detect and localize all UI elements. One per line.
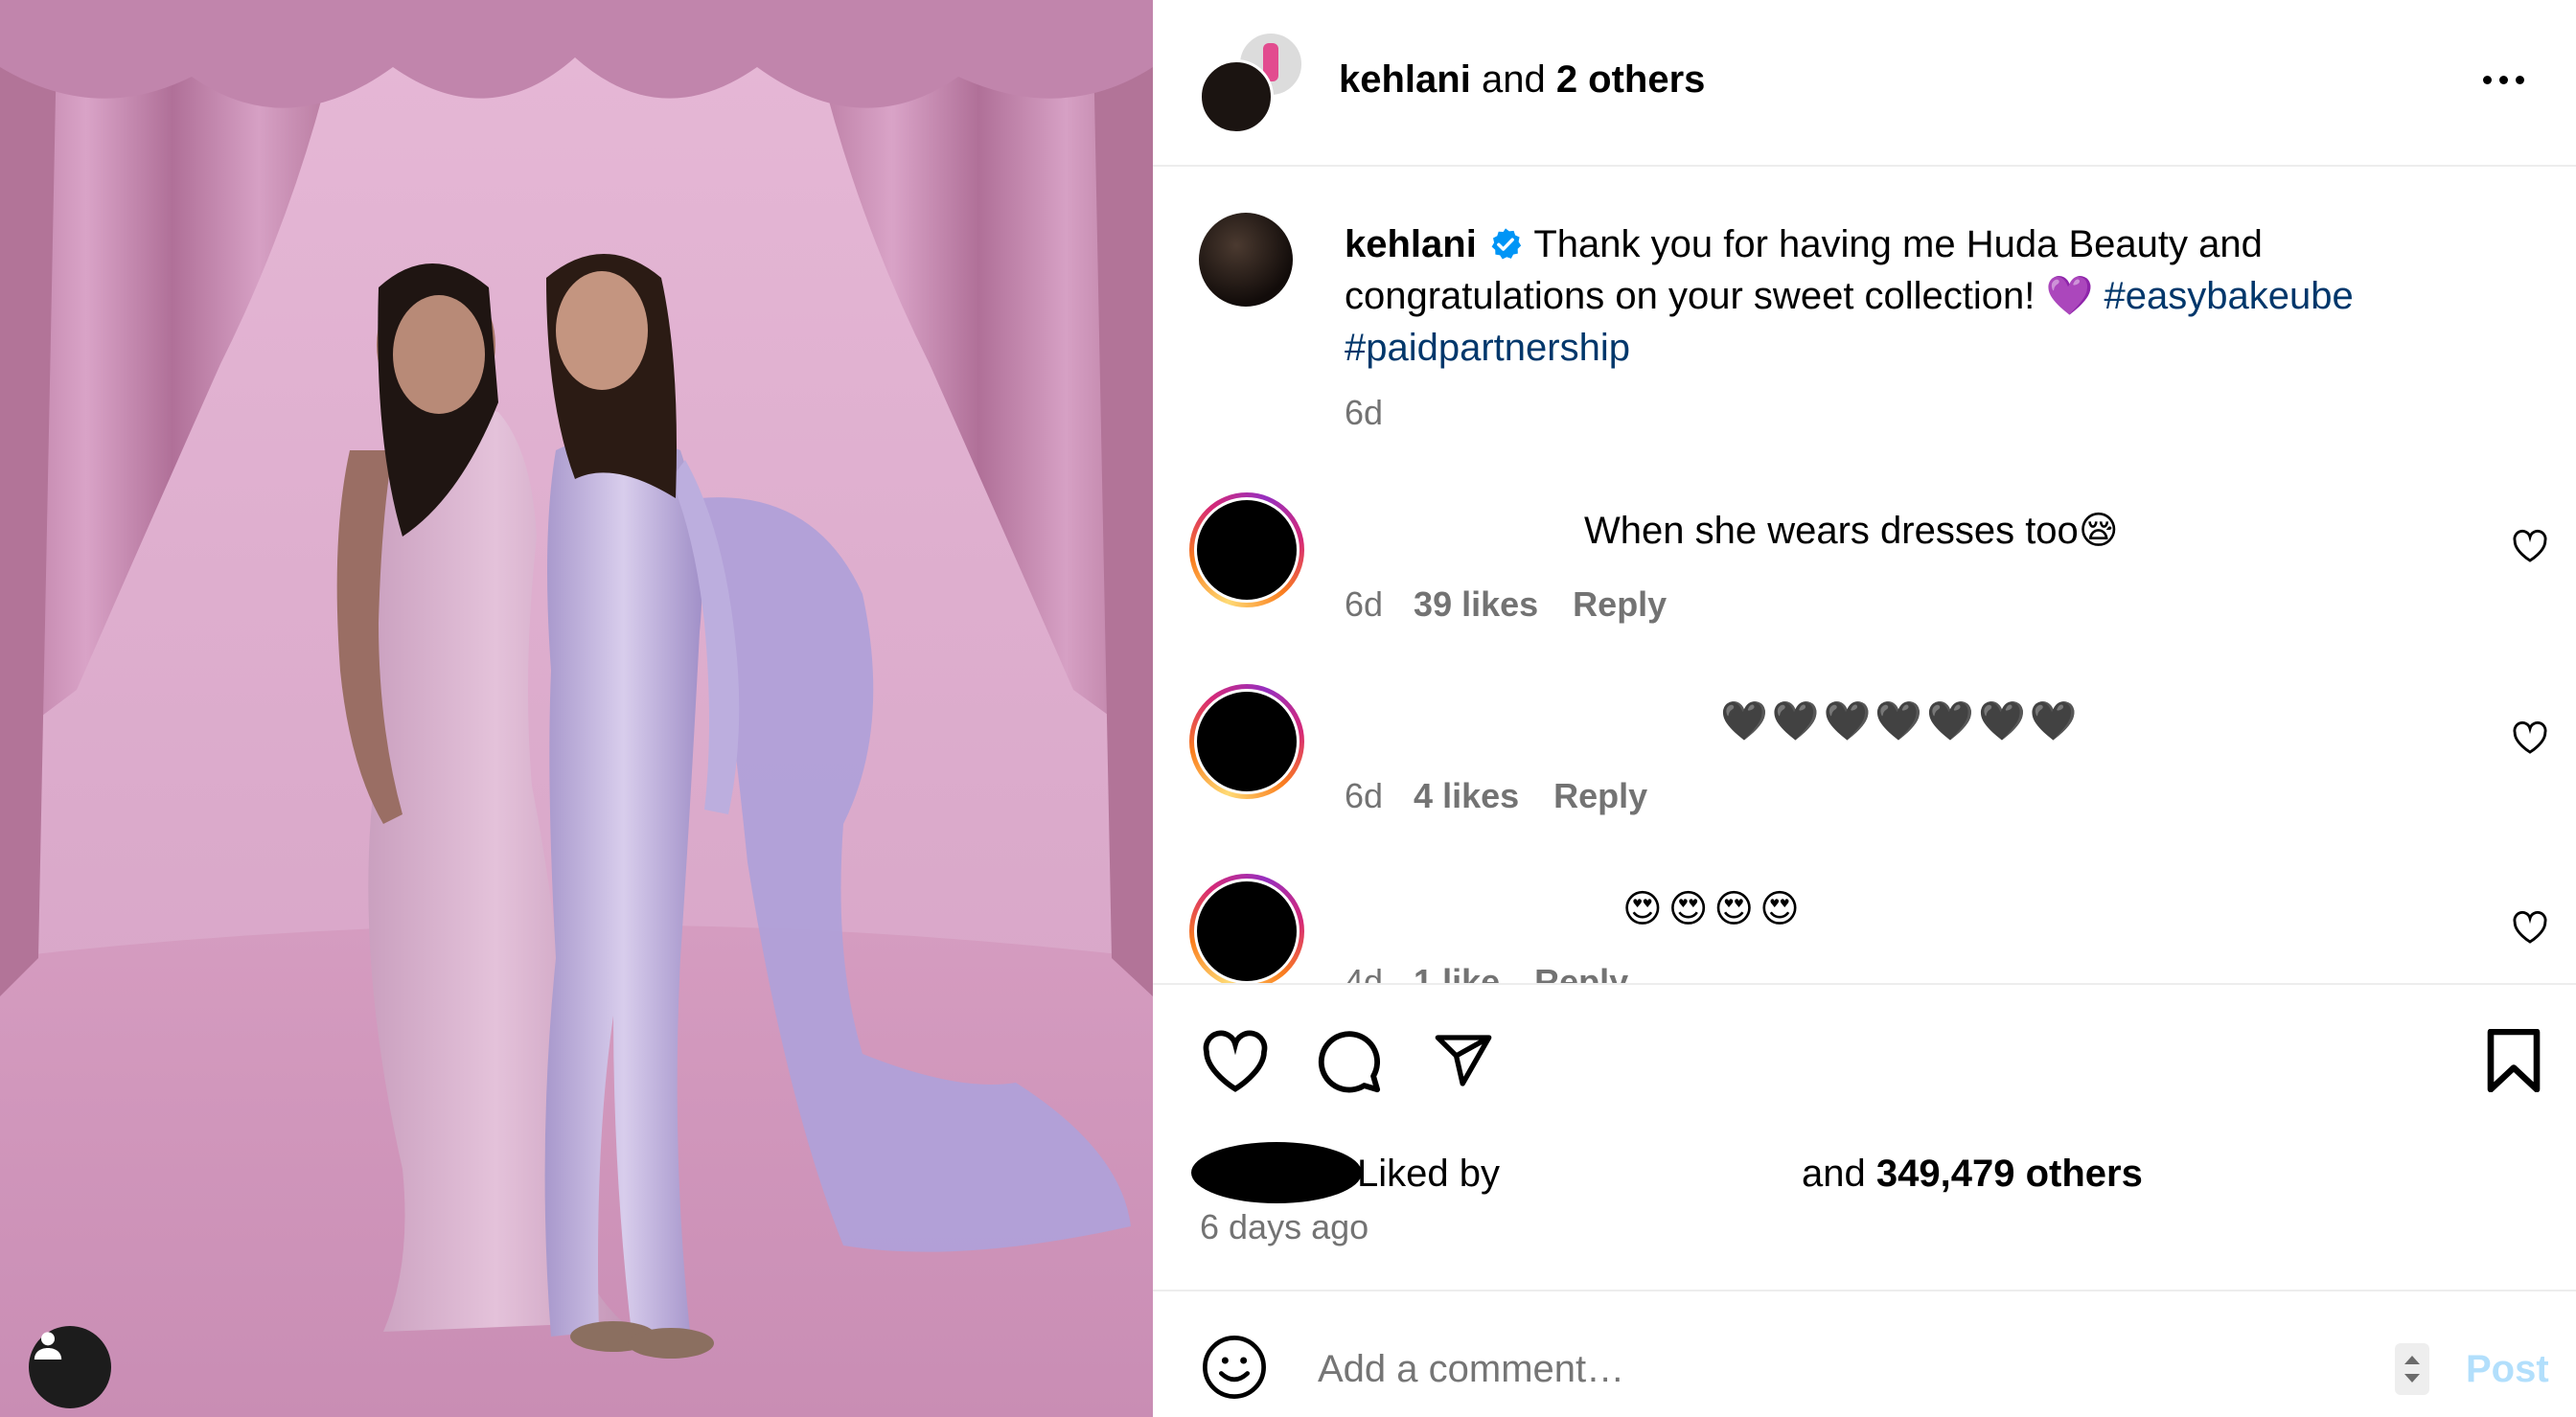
sleepy-face-emoji: 😪 <box>2078 510 2119 552</box>
save-icon[interactable] <box>2485 1029 2542 1092</box>
comment-likes[interactable]: 39 likes <box>1414 584 1538 625</box>
divider <box>1153 983 2576 985</box>
liked-by-avatars-hidden[interactable] <box>1191 1142 1362 1203</box>
comment-text: When she wears dresses too😪 <box>1584 505 2119 557</box>
caption-username[interactable]: kehlani <box>1345 223 1477 265</box>
avatar-primary <box>1199 59 1274 134</box>
comment-like-icon[interactable] <box>2512 720 2548 755</box>
header-authors: kehlani and 2 others <box>1339 54 1705 105</box>
verified-badge-icon <box>1491 228 1522 260</box>
dot <box>2483 76 2492 84</box>
comment-meta: 6d 4 likes Reply <box>1345 776 1647 816</box>
dot <box>2516 76 2524 84</box>
comment-icon[interactable] <box>1316 1028 1383 1095</box>
comment-body: When she wears dresses too <box>1584 510 2079 552</box>
comment-text: 😍😍😍😍 <box>1622 888 1806 930</box>
avatar-ring-inner <box>1194 497 1300 603</box>
emoji-icon[interactable] <box>1201 1334 1268 1401</box>
comment-time: 6d <box>1345 776 1384 815</box>
comment-reply-button[interactable]: Reply <box>1534 962 1628 983</box>
post-side-panel: kehlani and 2 others kehlani Thank you f… <box>1153 0 2576 1417</box>
collab-avatars[interactable] <box>1199 31 1304 134</box>
purple-heart-emoji: 💜 <box>2045 275 2094 317</box>
stepper-arrows-icon <box>2404 1356 2420 1383</box>
caption-body: Thank you for having me Huda Beauty and <box>1533 223 2263 265</box>
dot <box>2499 76 2508 84</box>
avatar-hidden <box>1197 692 1297 791</box>
likes-and: and <box>1802 1153 1876 1195</box>
comment-reply-button[interactable]: Reply <box>1553 776 1647 816</box>
comment-input[interactable] <box>1316 1341 2134 1397</box>
user-icon <box>34 1332 62 1360</box>
caption-body-line2: congratulations on your sweet collection… <box>1345 275 2046 317</box>
header-others[interactable]: 2 others <box>1556 58 1706 101</box>
caption-time: 6d <box>1345 393 1384 432</box>
avatar-ring-inner <box>1194 879 1300 983</box>
comment-avatar[interactable] <box>1189 492 1304 607</box>
caption-avatar[interactable] <box>1199 213 1293 307</box>
post-date[interactable]: 6 days ago <box>1200 1207 1368 1247</box>
post-button[interactable]: Post <box>2466 1343 2549 1395</box>
comment-time: 6d <box>1345 584 1384 624</box>
avatar-hidden <box>1197 881 1297 981</box>
photo-illustration <box>0 0 1153 1417</box>
tagged-users-button[interactable] <box>29 1326 111 1408</box>
share-icon[interactable] <box>1431 1030 1496 1091</box>
header-author[interactable]: kehlani <box>1339 58 1471 101</box>
comment-meta: 4d 1 like Reply <box>1345 962 1628 983</box>
divider <box>1153 165 2576 167</box>
hashtag-easybakeube[interactable]: #easybakeube <box>2104 275 2353 317</box>
like-icon[interactable] <box>1201 1030 1270 1093</box>
comment-avatar[interactable] <box>1189 874 1304 983</box>
hashtag-paidpartnership[interactable]: #paidpartnership <box>1345 327 1630 369</box>
liked-by-label: Liked by <box>1357 1153 1500 1195</box>
likes-count-text[interactable]: and 349,479 others <box>1802 1148 2143 1200</box>
comment-avatar[interactable] <box>1189 684 1304 799</box>
comment-meta: 6d 39 likes Reply <box>1345 584 1667 625</box>
comment-likes[interactable]: 1 like <box>1414 962 1500 983</box>
avatar-ring-inner <box>1194 689 1300 794</box>
comment-reply-button[interactable]: Reply <box>1573 584 1667 625</box>
more-options-button[interactable] <box>2483 76 2524 84</box>
comment-clipped: 😍😍😍😍 4d 1 like Reply <box>1153 843 2576 983</box>
comment-like-icon[interactable] <box>2512 910 2548 945</box>
caption-text: kehlani Thank you for having me Huda Bea… <box>1345 218 2456 374</box>
avatar-hidden <box>1197 500 1297 600</box>
header-and: and <box>1470 58 1556 101</box>
comment-time: 4d <box>1345 962 1384 983</box>
comment-like-icon[interactable] <box>2512 529 2548 563</box>
comment-text: 🖤🖤🖤🖤🖤🖤🖤 <box>1720 700 2082 743</box>
likes-count[interactable]: 349,479 others <box>1876 1153 2143 1195</box>
comment-likes[interactable]: 4 likes <box>1414 776 1519 816</box>
scroll-stepper[interactable] <box>2395 1343 2429 1395</box>
post-image[interactable] <box>0 0 1153 1417</box>
divider <box>1153 1290 2576 1291</box>
